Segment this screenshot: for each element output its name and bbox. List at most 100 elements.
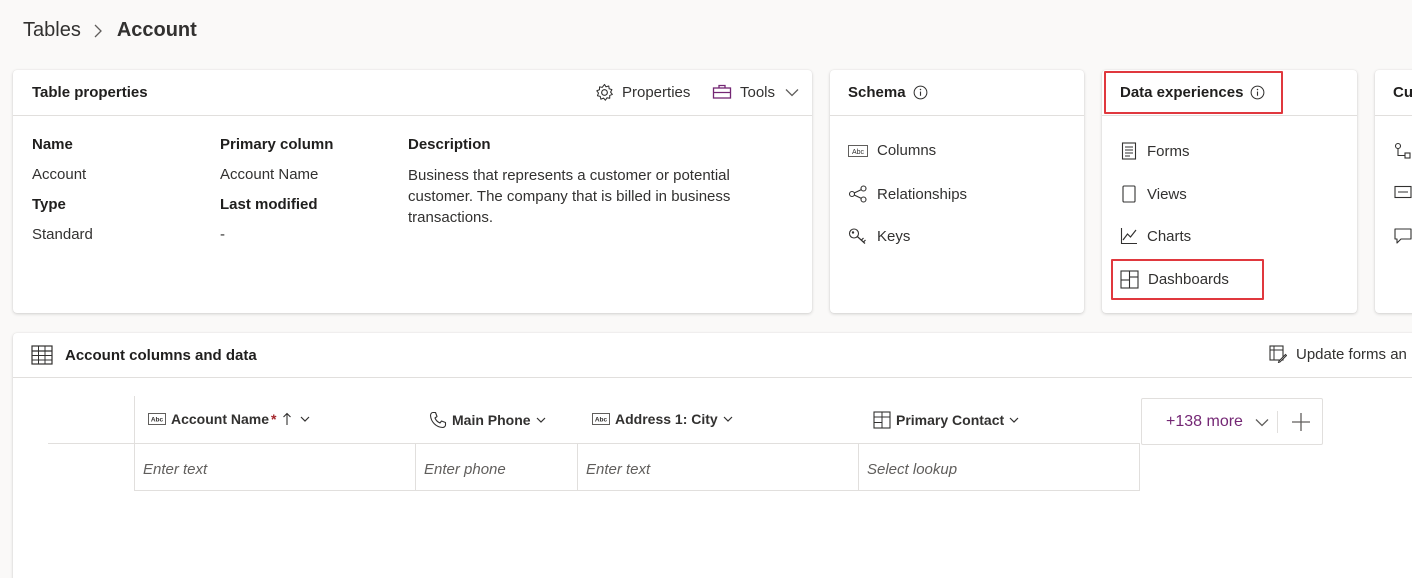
table-properties-title: Table properties (32, 84, 148, 101)
more-columns-control: +138 more (1141, 398, 1323, 445)
properties-button[interactable]: Properties (595, 83, 690, 102)
update-form-icon (1269, 345, 1287, 363)
abc-text-icon: Abc (148, 413, 171, 425)
col-main-phone-label: Main Phone (452, 412, 531, 428)
update-forms-button[interactable]: Update forms an (1269, 345, 1407, 363)
type-label: Type (32, 196, 66, 213)
table-properties-header: Table properties Properties Tools (13, 70, 812, 116)
charts-label: Charts (1147, 227, 1192, 245)
card-icon (1394, 185, 1412, 199)
schema-header: Schema (830, 70, 1084, 116)
chevron-down-icon (1009, 417, 1024, 424)
customizations-card: Cu (1375, 70, 1412, 313)
breadcrumb: Tables Account (23, 19, 197, 42)
row-bottom-border (134, 490, 1140, 491)
abc-text-icon: Abc (592, 413, 615, 425)
svg-text:Abc: Abc (595, 417, 608, 424)
schema-title-wrap: Schema (848, 84, 928, 101)
customizations-header: Cu (1375, 70, 1412, 116)
view-icon (1120, 185, 1147, 203)
properties-button-label: Properties (622, 84, 691, 101)
description-label: Description (408, 136, 491, 153)
chevron-right-icon (93, 24, 103, 38)
col-header-primary-contact[interactable]: Primary Contact (873, 411, 1024, 429)
breadcrumb-current: Account (116, 19, 197, 41)
col-primary-contact-label: Primary Contact (896, 412, 1005, 428)
chevron-down-icon (536, 417, 551, 424)
col-address-city-label: Address 1: City (615, 411, 718, 427)
schema-relationships-label: Relationships (877, 185, 968, 203)
schema-title: Schema (848, 84, 906, 101)
more-columns-button[interactable]: +138 more (1166, 413, 1269, 431)
chevron-down-icon (785, 88, 807, 97)
description-value: Business that represents a customer or p… (408, 167, 731, 226)
col-account-name-label: Account Name (171, 411, 270, 427)
col-divider-4 (1139, 443, 1140, 491)
breadcrumb-tables-link[interactable]: Tables (23, 19, 81, 42)
forms-link[interactable]: Forms (1120, 142, 1190, 160)
svg-text:Abc: Abc (151, 417, 164, 424)
col-divider-1 (415, 443, 416, 491)
grid-left-border (134, 396, 135, 491)
chevron-down-icon (1255, 418, 1269, 427)
name-value: Account (32, 166, 87, 183)
header-divider (48, 443, 1140, 444)
views-label: Views (1147, 185, 1187, 203)
add-column-button[interactable] (1291, 412, 1311, 432)
last-modified-label: Last modified (220, 196, 318, 213)
key-icon (848, 227, 877, 245)
col-header-address-city[interactable]: Abc Address 1: City (592, 411, 738, 427)
charts-link[interactable]: Charts (1120, 227, 1191, 245)
customizations-title: Cu (1393, 84, 1412, 101)
primary-contact-cell[interactable]: Select lookup (867, 461, 957, 478)
chevron-down-icon (300, 416, 315, 423)
dashboards-highlight (1111, 259, 1264, 300)
schema-card: Schema Abc Columns Relationships Keys (830, 70, 1084, 313)
schema-relationships-link[interactable]: Relationships (848, 185, 967, 203)
info-icon[interactable] (913, 85, 928, 100)
relationship-icon (848, 185, 877, 203)
col-divider-3 (858, 443, 859, 491)
primary-column-label: Primary column (220, 136, 334, 153)
col-divider-2 (577, 443, 578, 491)
required-marker: * (271, 411, 277, 427)
schema-keys-label: Keys (877, 227, 911, 245)
name-label: Name (32, 136, 73, 153)
table-properties-card: Table properties Properties Tools Name A… (13, 70, 812, 313)
panel-divider (13, 377, 1412, 378)
lookup-icon (873, 411, 896, 429)
columns-data-panel: Account columns and data Update forms an… (13, 333, 1412, 578)
message-icon (1394, 227, 1412, 245)
form-icon (1120, 142, 1147, 160)
svg-text:Abc: Abc (852, 149, 865, 156)
data-experiences-highlight (1104, 71, 1283, 114)
tools-dropdown[interactable]: Tools (712, 83, 807, 101)
primary-column-value: Account Name (220, 166, 319, 183)
abc-text-icon: Abc (848, 144, 877, 158)
sort-ascending-icon (282, 412, 297, 426)
columns-data-title: Account columns and data (65, 347, 257, 364)
last-modified-value: - (220, 226, 225, 243)
phone-icon (429, 411, 452, 429)
gear-icon (595, 83, 622, 102)
col-header-account-name[interactable]: Abc Account Name * (148, 411, 315, 427)
more-divider (1277, 411, 1278, 433)
address-city-cell[interactable]: Enter text (586, 461, 650, 478)
tools-label: Tools (740, 83, 776, 101)
account-name-cell[interactable]: Enter text (143, 461, 207, 478)
update-forms-label: Update forms an (1296, 345, 1407, 363)
col-header-main-phone[interactable]: Main Phone (429, 411, 551, 429)
schema-keys-link[interactable]: Keys (848, 227, 910, 245)
plus-icon (1291, 412, 1311, 432)
type-value: Standard (32, 226, 93, 243)
more-columns-label: +138 more (1166, 413, 1243, 430)
schema-columns-label: Columns (877, 142, 937, 159)
schema-columns-link[interactable]: Abc Columns (848, 142, 936, 159)
toolbox-icon (712, 83, 740, 101)
main-phone-cell[interactable]: Enter phone (424, 461, 506, 478)
chevron-down-icon (723, 416, 738, 423)
process-icon (1394, 142, 1412, 160)
table-grid-icon (31, 345, 53, 365)
chart-icon (1120, 227, 1147, 245)
views-link[interactable]: Views (1120, 185, 1187, 203)
